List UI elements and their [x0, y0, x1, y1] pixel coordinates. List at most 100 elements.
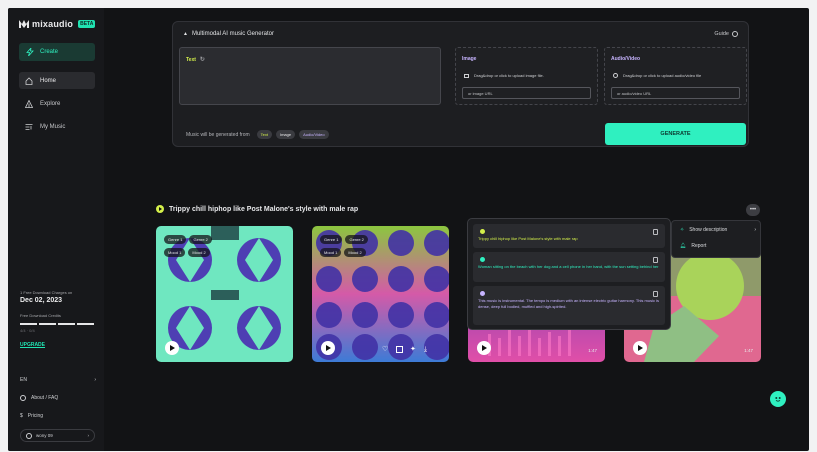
heart-icon[interactable]: ♡ [382, 346, 389, 353]
tag-mood-1[interactable]: Mood 1 [320, 248, 342, 257]
report-label: Report [691, 243, 707, 249]
language-selector[interactable]: EN › [20, 377, 96, 383]
expand-icon[interactable] [396, 346, 403, 353]
smile-bot-icon [775, 397, 781, 402]
play-button[interactable] [477, 341, 491, 355]
credits-label: Free Download Credits [20, 313, 61, 318]
image-upload-box[interactable]: Image Drag&drop or click to upload image… [455, 47, 598, 105]
generator-title-text: Multimodal AI music Generator [191, 31, 274, 37]
description-text: Woman sitting on the beach with her dog … [478, 264, 659, 269]
track-card-2[interactable]: Genre 1 Genre 2 Mood 1 Mood 2 ♡ ✦ ⤓ [312, 226, 449, 362]
credits-count: 4/4 · 0/4 [20, 328, 35, 333]
chip-text: Text [256, 130, 272, 139]
image-icon [464, 73, 469, 78]
language-label: EN [20, 377, 27, 383]
generator-panel: ▲ Multimodal AI music Generator Guide Te… [172, 21, 749, 147]
show-description-label: Show description [689, 227, 728, 233]
audio-video-upload-box[interactable]: Audio/Video Drag&drop or click to upload… [604, 47, 747, 105]
options-menu: ✧ Show description › 🔔︎ Report [671, 220, 761, 258]
guide-link[interactable]: Guide [714, 31, 738, 37]
upgrade-link[interactable]: UPGRADE [20, 342, 45, 348]
image-label: Image [462, 56, 477, 62]
about-faq-link[interactable]: About / FAQ [20, 395, 96, 401]
play-button[interactable] [165, 341, 179, 355]
chat-bot-button[interactable] [770, 391, 786, 407]
genre-tags: Genre 1 Genre 2 [164, 235, 212, 244]
track-duration: 1:47 [588, 348, 597, 353]
chip-audio-video: Audio/Video [299, 130, 329, 139]
album-art-2 [312, 226, 449, 362]
text-prompt-input[interactable]: Text ↻ [179, 47, 441, 105]
play-circle-icon[interactable] [156, 205, 164, 213]
tag-mood-2[interactable]: Mood 2 [188, 248, 210, 257]
menu-show-description[interactable]: ✧ Show description › [680, 227, 756, 233]
play-icon [170, 345, 175, 351]
sparkle-icon[interactable]: ✦ [410, 346, 417, 353]
menu-report[interactable]: 🔔︎ Report [680, 243, 756, 249]
sidebar-item-explore[interactable]: Explore [19, 95, 95, 112]
tag-mood-2[interactable]: Mood 2 [344, 248, 366, 257]
track-card-1[interactable]: Genre 1 Genre 2 Mood 1 Mood 2 [156, 226, 293, 362]
sidebar: mixaudio BETA Create Home Explore My Mus… [8, 8, 104, 451]
copy-icon[interactable] [653, 291, 658, 297]
description-popup: Trippy chill hiphop like Post Malone's s… [467, 218, 671, 330]
description-text-prompt: Trippy chill hiphop like Post Malone's s… [473, 224, 665, 248]
pricing-label: Pricing [27, 413, 44, 419]
description-audio-prompt: This music is instrumental. The tempo is… [473, 286, 665, 325]
sidebar-item-home[interactable]: Home [19, 72, 95, 89]
play-icon [482, 345, 487, 351]
play-button[interactable] [321, 341, 335, 355]
mood-tags: Mood 1 Mood 2 [320, 248, 366, 257]
result-prompt-text: Trippy chill hiphop like Post Malone's s… [169, 205, 359, 213]
more-options-button[interactable]: ••• [746, 204, 760, 216]
chevron-right-icon: › [87, 433, 90, 438]
pricing-link[interactable]: $ Pricing [20, 413, 96, 419]
download-date: Dec 02, 2023 [20, 297, 63, 304]
explore-icon [25, 99, 33, 108]
user-name: wony 09 [36, 433, 53, 438]
guide-label: Guide [714, 31, 729, 37]
logo-icon [19, 20, 29, 28]
description-image-prompt: Woman sitting on the beach with her dog … [473, 252, 665, 282]
image-url-input[interactable]: or image URL [462, 87, 591, 99]
tag-genre-1[interactable]: Genre 1 [320, 235, 343, 244]
description-text: Trippy chill hiphop like Post Malone's s… [478, 236, 578, 241]
copy-icon[interactable] [653, 257, 658, 263]
user-menu[interactable]: wony 09 › [20, 429, 95, 442]
credits-progress [20, 323, 94, 325]
chevron-right-icon: › [754, 227, 756, 233]
text-label-text: Text [186, 56, 196, 63]
generate-button[interactable]: GENERATE [605, 123, 746, 145]
brand-name: mixaudio [32, 19, 74, 29]
audio-video-label: Audio/Video [611, 56, 641, 62]
download-icon[interactable]: ⤓ [424, 346, 431, 353]
result-prompt-title: Trippy chill hiphop like Post Malone's s… [156, 205, 358, 213]
avatar-icon [26, 432, 32, 439]
refresh-icon[interactable]: ↻ [200, 56, 205, 63]
card-actions: ♡ ✦ ⤓ [382, 346, 431, 353]
home-icon [25, 76, 33, 85]
create-button[interactable]: Create [19, 43, 95, 61]
tag-genre-2[interactable]: Genre 2 [189, 235, 212, 244]
chip-image: Image [275, 130, 296, 139]
copy-icon[interactable] [653, 229, 658, 235]
mood-tags: Mood 1 Mood 2 [164, 248, 210, 257]
tag-genre-1[interactable]: Genre 1 [164, 235, 187, 244]
sidebar-item-my-music[interactable]: My Music [19, 118, 95, 135]
genre-tags: Genre 1 Genre 2 [320, 235, 368, 244]
audio-icon [613, 73, 618, 78]
brand-logo[interactable]: mixaudio BETA [19, 19, 96, 29]
album-art-1 [156, 226, 293, 362]
generator-title[interactable]: ▲ Multimodal AI music Generator [183, 31, 274, 37]
track-duration: 1:47 [744, 348, 753, 353]
image-source-dot [480, 257, 485, 262]
tag-mood-1[interactable]: Mood 1 [164, 248, 186, 257]
audio-video-url-input[interactable]: or audio/video URL [611, 87, 740, 99]
create-label: Create [40, 49, 59, 55]
play-button[interactable] [633, 341, 647, 355]
image-hint-text: Drag&drop or click to upload image file. [474, 73, 544, 78]
sidebar-item-label: My Music [40, 123, 66, 130]
generated-from-row: Music will be generated from Text Image … [186, 130, 329, 139]
sidebar-item-label: Home [40, 77, 57, 84]
tag-genre-2[interactable]: Genre 2 [345, 235, 368, 244]
